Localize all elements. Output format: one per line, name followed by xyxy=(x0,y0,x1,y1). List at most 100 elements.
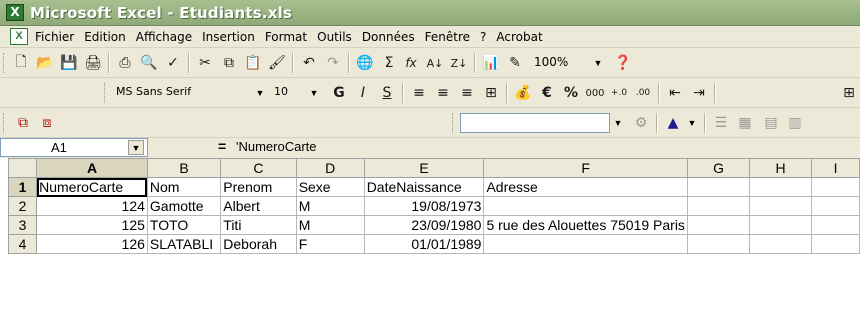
cell-E3[interactable]: 23/09/1980 xyxy=(363,215,485,235)
toolbar-grip[interactable] xyxy=(3,113,6,133)
column-header[interactable]: F xyxy=(483,158,688,178)
save-icon[interactable]: 💾 xyxy=(58,52,80,74)
percent-style-icon[interactable]: % xyxy=(560,82,582,104)
cell-C3[interactable]: Titi xyxy=(220,215,297,235)
align-right-icon[interactable]: ≡ xyxy=(456,82,478,104)
undo-icon[interactable]: ↶ xyxy=(298,52,320,74)
cell-I2[interactable] xyxy=(811,196,860,216)
bold-icon[interactable]: G xyxy=(328,82,350,104)
menu-donnees[interactable]: Données xyxy=(361,29,416,45)
cell-H1[interactable] xyxy=(749,177,813,197)
row-header[interactable]: 4 xyxy=(7,234,38,254)
toolbar-grip[interactable] xyxy=(3,53,6,73)
menu-acrobat[interactable]: Acrobat xyxy=(495,29,543,45)
cell-F4[interactable] xyxy=(483,234,688,254)
merge-center-icon[interactable]: ⊞ xyxy=(480,82,502,104)
toolbar-grip[interactable] xyxy=(104,83,107,103)
font-size-select[interactable]: 10 xyxy=(270,83,306,103)
chart-type-dropdown-icon[interactable]: ▼ xyxy=(684,113,700,133)
cell-C2[interactable]: Albert xyxy=(220,196,297,216)
excel-app-icon[interactable]: X xyxy=(6,4,24,21)
menu-help[interactable]: ? xyxy=(479,29,487,45)
cell-A4[interactable]: 126 xyxy=(36,234,148,254)
decrease-decimal-icon[interactable]: .00 xyxy=(632,82,654,104)
sort-descending-icon[interactable]: Z↓ xyxy=(448,52,470,74)
column-header[interactable]: D xyxy=(295,158,365,178)
cell-A1[interactable]: NumeroCarte xyxy=(36,177,148,197)
increase-decimal-icon[interactable]: +.0 xyxy=(608,82,630,104)
column-header[interactable]: G xyxy=(686,158,751,178)
cell-I4[interactable] xyxy=(811,234,860,254)
style-dropdown-icon[interactable]: ▼ xyxy=(610,113,626,133)
increase-indent-icon[interactable]: ⇥ xyxy=(688,82,710,104)
cell-F3[interactable]: 5 rue des Alouettes 75019 Paris xyxy=(483,215,688,235)
column-header[interactable]: B xyxy=(146,158,222,178)
zoom-dropdown-icon[interactable]: ▼ xyxy=(590,53,606,73)
cell-I1[interactable] xyxy=(811,177,860,197)
decrease-indent-icon[interactable]: ⇤ xyxy=(664,82,686,104)
style-select[interactable] xyxy=(460,113,610,133)
menu-format[interactable]: Format xyxy=(264,29,308,45)
font-name-dropdown-icon[interactable]: ▼ xyxy=(252,83,268,103)
chart-type-icon[interactable]: ▲ xyxy=(662,112,684,134)
cell-B2[interactable]: Gamotte xyxy=(146,196,222,216)
select-all-corner[interactable] xyxy=(7,158,38,178)
cell-C4[interactable]: Deborah xyxy=(220,234,297,254)
underline-icon[interactable]: S xyxy=(376,82,398,104)
help-icon[interactable]: ❓ xyxy=(612,52,634,74)
comma-style-icon[interactable]: 000 xyxy=(584,82,606,104)
cell-G2[interactable] xyxy=(686,196,751,216)
function-icon[interactable]: fx xyxy=(400,52,422,74)
cell-E1[interactable]: DateNaissance xyxy=(363,177,485,197)
menu-fichier[interactable]: Fichier xyxy=(34,29,75,45)
currency-style-icon[interactable]: 💰 xyxy=(512,82,534,104)
drawing-icon[interactable]: ✎ xyxy=(504,52,526,74)
by-row-icon[interactable]: ▤ xyxy=(760,112,782,134)
copy-icon[interactable]: ⧉ xyxy=(218,52,240,74)
redo-icon[interactable]: ↷ xyxy=(322,52,344,74)
cut-icon[interactable]: ✂ xyxy=(194,52,216,74)
pdf-email-icon[interactable]: ⧈ xyxy=(36,112,58,134)
menu-outils[interactable]: Outils xyxy=(316,29,353,45)
cell-C1[interactable]: Prenom xyxy=(220,177,297,197)
data-table-icon[interactable]: ▦ xyxy=(734,112,756,134)
menu-insertion[interactable]: Insertion xyxy=(201,29,256,45)
workbook-icon[interactable]: X xyxy=(10,28,28,45)
font-size-dropdown-icon[interactable]: ▼ xyxy=(306,83,322,103)
cell-I3[interactable] xyxy=(811,215,860,235)
autosum-icon[interactable]: Σ xyxy=(378,52,400,74)
convert-to-pdf-icon[interactable]: ⧉ xyxy=(12,112,34,134)
toolbar-grip[interactable] xyxy=(452,113,455,133)
align-left-icon[interactable]: ≡ xyxy=(408,82,430,104)
permission-icon[interactable]: 🖨 xyxy=(82,52,104,74)
cell-H2[interactable] xyxy=(749,196,813,216)
font-name-select[interactable]: MS Sans Serif xyxy=(112,83,252,103)
row-header[interactable]: 2 xyxy=(7,196,38,216)
spelling-icon[interactable]: ✓ xyxy=(162,52,184,74)
cell-B4[interactable]: SLATABLI xyxy=(146,234,222,254)
cell-H4[interactable] xyxy=(749,234,813,254)
cell-D1[interactable]: Sexe xyxy=(295,177,365,197)
cell-G1[interactable] xyxy=(686,177,751,197)
cell-E4[interactable]: 01/01/1989 xyxy=(363,234,485,254)
cell-B3[interactable]: TOTO xyxy=(146,215,222,235)
name-box-dropdown-icon[interactable]: ▼ xyxy=(128,140,144,155)
cell-E2[interactable]: 19/08/1973 xyxy=(363,196,485,216)
cell-D3[interactable]: M xyxy=(295,215,365,235)
cell-D4[interactable]: F xyxy=(295,234,365,254)
italic-icon[interactable]: I xyxy=(352,82,374,104)
menu-affichage[interactable]: Affichage xyxy=(135,29,193,45)
format-painter-icon[interactable]: 🖌 xyxy=(266,52,288,74)
borders-icon[interactable]: ⊞ xyxy=(838,82,860,104)
formula-input[interactable]: 'NumeroCarte xyxy=(236,139,317,154)
row-header[interactable]: 3 xyxy=(7,215,38,235)
cell-G3[interactable] xyxy=(687,215,751,235)
align-center-icon[interactable]: ≡ xyxy=(432,82,454,104)
style-dialog-icon[interactable]: ⚙ xyxy=(630,112,652,134)
hyperlink-icon[interactable]: 🌐 xyxy=(354,52,376,74)
name-box[interactable]: A1 xyxy=(0,138,148,157)
column-header[interactable]: I xyxy=(811,158,860,178)
cell-D2[interactable]: M xyxy=(295,196,365,216)
new-icon[interactable]: 🗋 xyxy=(10,52,32,74)
legend-icon[interactable]: ☰ xyxy=(710,112,732,134)
